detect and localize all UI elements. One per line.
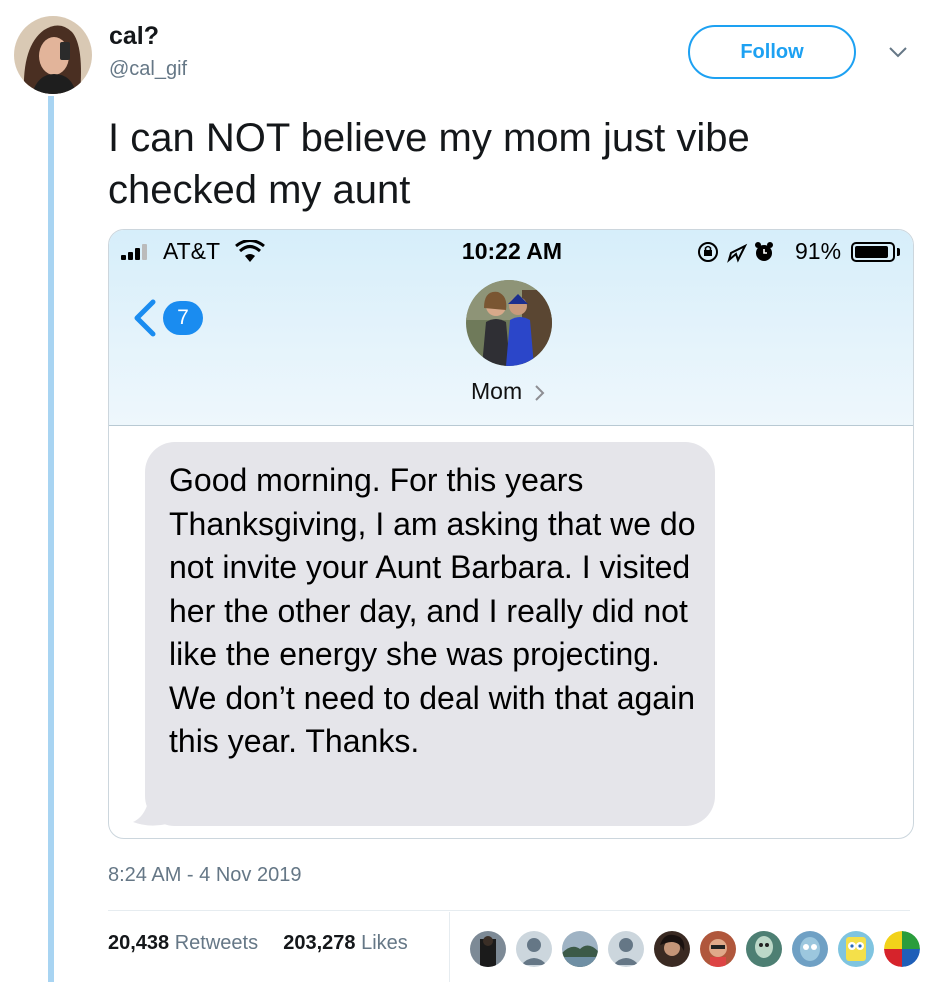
author-handle[interactable]: @cal_gif xyxy=(109,58,187,81)
liker-avatar[interactable] xyxy=(652,929,692,969)
author-display-name[interactable]: cal? xyxy=(109,22,159,51)
cartoon-avatar-icon xyxy=(792,931,828,967)
rotation-lock-icon xyxy=(698,242,718,262)
cartoon-avatar-icon xyxy=(746,931,782,967)
tweet-timestamp[interactable]: 8:24 AM - 4 Nov 2019 xyxy=(108,864,301,887)
tweet-text: I can NOT believe my mom just vibe check… xyxy=(108,116,750,212)
retweets-count: 20,438 xyxy=(108,932,170,954)
status-icons xyxy=(698,242,773,263)
liker-avatar[interactable] xyxy=(836,929,876,969)
author-avatar[interactable] xyxy=(14,16,92,94)
ios-status-bar: AT&T 10:22 AM 91% xyxy=(109,230,913,270)
likes-label: Likes xyxy=(361,932,408,954)
ios-messages-header: AT&T 10:22 AM 91% 7 Mom xyxy=(109,230,913,426)
location-arrow-icon xyxy=(727,243,748,263)
chevron-down-icon[interactable] xyxy=(886,40,910,64)
chevron-right-icon[interactable] xyxy=(534,384,546,402)
retweets-stat[interactable]: 20,438 Retweets xyxy=(108,932,258,954)
contact-photo-icon xyxy=(466,280,552,366)
default-avatar-icon xyxy=(608,931,644,967)
back-chevron-icon[interactable] xyxy=(131,298,157,338)
liker-avatar[interactable] xyxy=(790,929,830,969)
bubble-tail xyxy=(133,778,167,826)
stats-vertical-divider xyxy=(449,912,450,982)
color-wheel-avatar-icon xyxy=(884,931,920,967)
battery-icon xyxy=(851,242,895,262)
likes-stat[interactable]: 203,278 Likes xyxy=(283,932,408,954)
battery-level xyxy=(855,246,888,258)
message-text: Good morning. For this years Thanksgivin… xyxy=(169,462,696,759)
default-avatar-icon xyxy=(516,931,552,967)
photo-avatar-icon xyxy=(654,931,690,967)
tweet-stats: 20,438 Retweets 203,278 Likes xyxy=(108,932,408,955)
cartoon-avatar-icon xyxy=(838,931,874,967)
stats-divider xyxy=(108,910,910,911)
photo-avatar-icon xyxy=(470,931,506,967)
liker-avatar[interactable] xyxy=(744,929,784,969)
follow-button[interactable]: Follow xyxy=(688,25,856,79)
liker-avatar[interactable] xyxy=(606,929,646,969)
liker-avatar[interactable] xyxy=(882,929,922,969)
retweets-label: Retweets xyxy=(174,932,259,954)
battery-percent: 91% xyxy=(795,238,842,264)
photo-avatar-icon xyxy=(562,931,598,967)
photo-avatar-icon xyxy=(700,931,736,967)
unread-count-badge[interactable]: 7 xyxy=(163,301,203,335)
status-time: 10:22 AM xyxy=(461,238,563,264)
avatar-photo-icon xyxy=(14,16,92,94)
likes-count: 203,278 xyxy=(283,932,356,954)
tweet-media[interactable]: AT&T 10:22 AM 91% 7 Mom Good morning. Fo… xyxy=(108,229,914,839)
liker-avatar[interactable] xyxy=(698,929,738,969)
contact-photo[interactable] xyxy=(466,280,552,366)
liker-avatar[interactable] xyxy=(468,929,508,969)
thread-line xyxy=(48,96,54,982)
contact-name[interactable]: Mom xyxy=(471,378,522,405)
alarm-icon xyxy=(755,242,773,261)
liker-avatar[interactable] xyxy=(560,929,600,969)
liker-avatar[interactable] xyxy=(514,929,554,969)
battery-tip xyxy=(897,248,900,256)
